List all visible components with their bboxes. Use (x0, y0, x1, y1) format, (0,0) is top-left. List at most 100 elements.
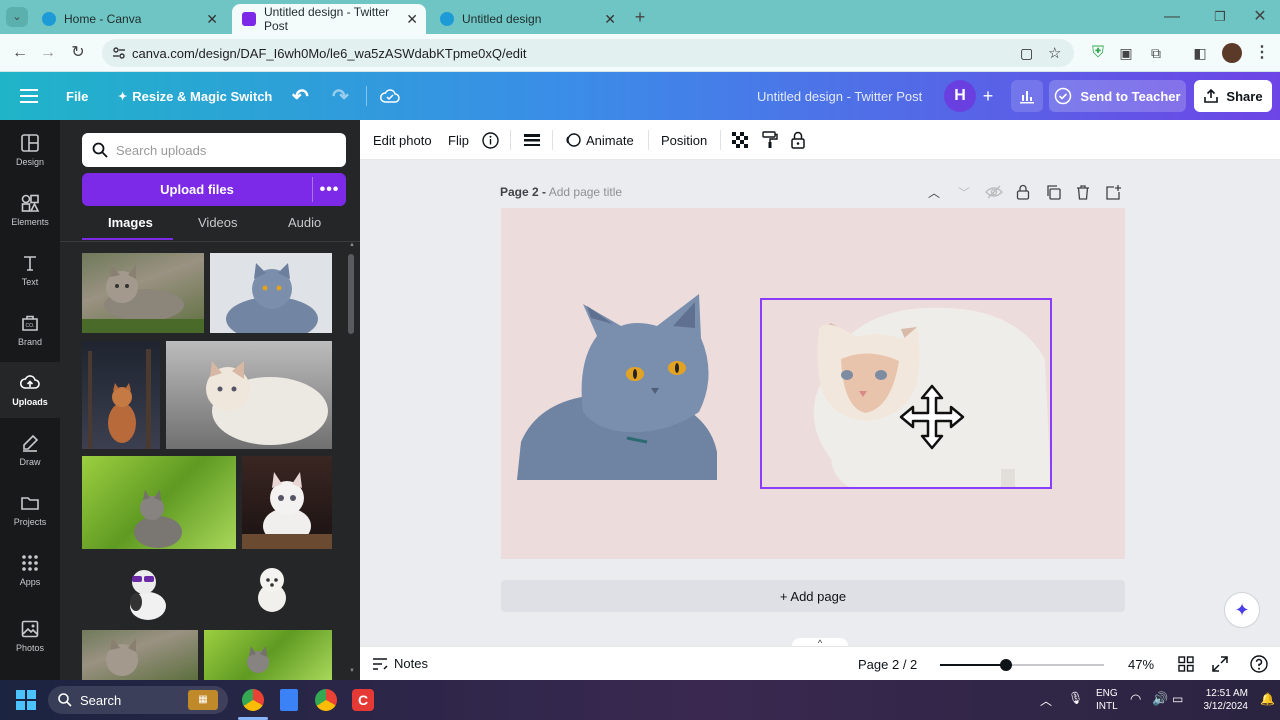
edit-photo-button[interactable]: Edit photo (373, 120, 432, 160)
extension-image-icon[interactable]: ▣ (1116, 43, 1136, 63)
address-bar[interactable]: canva.com/design/DAF_I6wh0Mo/le6_wa5zASW… (102, 39, 1074, 67)
cloud-saved-icon[interactable] (380, 72, 400, 120)
upload-thumbnail-white-dog[interactable] (250, 562, 294, 614)
notes-button[interactable]: Notes (372, 656, 428, 671)
add-page-button[interactable]: + Add page (501, 580, 1125, 612)
animate-button[interactable]: Animate (565, 120, 634, 160)
volume-icon[interactable]: 🔊 (1152, 691, 1168, 707)
upload-thumbnail-white-cat[interactable] (166, 341, 332, 449)
border-style-icon[interactable] (524, 120, 540, 160)
help-icon[interactable] (1250, 655, 1268, 673)
browser-menu-icon[interactable]: ⋮ (1252, 43, 1272, 63)
upload-files-button[interactable]: Upload files (82, 173, 312, 206)
upload-thumbnail-cat-sunglasses[interactable] (116, 562, 180, 620)
notifications-icon[interactable]: 🔔 (1260, 692, 1275, 706)
close-tab-icon[interactable]: ✕ (206, 11, 218, 28)
tray-overflow-icon[interactable]: ︿ (1040, 692, 1052, 709)
zoom-level[interactable]: 47% (1128, 657, 1154, 672)
page-indicator[interactable]: Page 2 / 2 (858, 657, 917, 672)
upload-thumbnail-kitten-grass-2[interactable] (204, 630, 332, 680)
add-collaborator-icon[interactable]: + (972, 80, 1004, 112)
clock[interactable]: 12:51 AM 3/12/2024 (1196, 687, 1249, 713)
delete-page-icon[interactable] (1076, 185, 1092, 201)
rail-item-brand[interactable]: CO. Brand (0, 302, 60, 358)
recorder-app-icon[interactable]: C (352, 689, 374, 711)
scroll-up-icon[interactable]: ▲ (349, 242, 355, 248)
copy-style-paint-roller-icon[interactable] (762, 120, 778, 160)
magic-assistant-icon[interactable]: ✦ (1224, 592, 1260, 628)
close-tab-icon[interactable]: ✕ (406, 11, 418, 28)
grid-view-icon[interactable] (1178, 656, 1194, 672)
undo-icon[interactable]: ↶ (292, 72, 309, 120)
upload-thumbnail-white-kitten[interactable] (242, 456, 332, 549)
rail-item-projects[interactable]: Projects (0, 482, 60, 538)
rail-item-draw[interactable]: Draw (0, 422, 60, 478)
wifi-icon[interactable]: ◠ (1130, 691, 1141, 707)
info-icon[interactable] (482, 120, 499, 160)
notepad-app-icon[interactable] (280, 689, 298, 711)
move-page-down-icon[interactable]: ﹀ (954, 184, 974, 202)
duplicate-page-icon[interactable] (1046, 185, 1062, 201)
rail-item-design[interactable]: Design (0, 122, 60, 178)
rail-item-elements[interactable]: Elements (0, 182, 60, 238)
main-menu-icon[interactable] (20, 72, 38, 120)
zoom-slider[interactable] (940, 659, 1104, 671)
move-page-up-icon[interactable]: ︿ (924, 184, 944, 202)
close-window-icon[interactable]: ✕ (1250, 7, 1270, 27)
tab-videos[interactable]: Videos (198, 215, 238, 230)
upload-thumbnail-kitten-grass[interactable] (82, 456, 236, 549)
chrome-profile-app-icon[interactable] (315, 689, 337, 711)
windows-start-icon[interactable] (16, 690, 36, 710)
share-button[interactable]: Share (1194, 80, 1272, 112)
browser-tab-twitter-post[interactable]: Untitled design - Twitter Post ✕ (232, 4, 426, 34)
rail-item-uploads[interactable]: Uploads (0, 362, 60, 418)
taskbar-search-box[interactable]: Search ▦ (48, 686, 228, 714)
site-info-icon[interactable] (112, 46, 126, 60)
side-panel-icon[interactable]: ◧ (1190, 43, 1210, 63)
upload-thumbnail-orange-kitten[interactable] (82, 341, 160, 449)
scroll-down-icon[interactable]: ▼ (349, 668, 355, 674)
more-options-icon[interactable]: ••• (313, 173, 346, 206)
insights-chart-icon[interactable] (1011, 80, 1043, 112)
new-tab-icon[interactable]: + (630, 7, 650, 27)
minimize-icon[interactable]: — (1162, 7, 1182, 27)
rail-item-photos[interactable]: Photos (0, 608, 60, 664)
resize-magic-switch-button[interactable]: ✦ Resize & Magic Switch (118, 72, 272, 120)
tab-images[interactable]: Images (108, 215, 153, 230)
restore-icon[interactable]: ❐ (1210, 7, 1230, 27)
tab-audio[interactable]: Audio (288, 215, 321, 230)
page-title-input[interactable]: Add page title (549, 185, 622, 199)
rail-item-text[interactable]: Text (0, 242, 60, 298)
copy-icon[interactable]: ▢ (1020, 45, 1033, 62)
back-icon[interactable]: ← (10, 43, 30, 63)
forward-icon[interactable]: → (38, 43, 58, 63)
lock-icon[interactable] (790, 120, 806, 160)
bookmark-star-icon[interactable]: ☆ (1048, 44, 1061, 62)
panel-scrollbar[interactable]: ▲ ▼ (346, 242, 356, 678)
file-menu-button[interactable]: File (66, 72, 88, 120)
upload-thumbnail-tabby-cat-2[interactable] (82, 630, 198, 680)
close-tab-icon[interactable]: ✕ (604, 11, 616, 28)
fullscreen-icon[interactable] (1212, 656, 1228, 672)
upload-thumbnail-gray-cat[interactable] (210, 253, 332, 333)
profile-avatar[interactable] (1222, 43, 1242, 63)
upload-thumbnail-tabby-cat[interactable] (82, 253, 204, 333)
flip-button[interactable]: Flip (448, 120, 469, 160)
lock-page-icon[interactable] (1016, 184, 1032, 202)
rail-item-apps[interactable]: Apps (0, 542, 60, 598)
position-button[interactable]: Position (661, 120, 707, 160)
tab-search-button[interactable]: ⌄ (6, 7, 28, 27)
transparency-icon[interactable] (732, 120, 748, 160)
chrome-app-icon[interactable] (242, 689, 264, 711)
reload-icon[interactable]: ↻ (68, 43, 88, 63)
scrollbar-thumb[interactable] (348, 254, 354, 334)
send-to-teacher-button[interactable]: Send to Teacher (1049, 80, 1186, 112)
zoom-slider-thumb[interactable] (999, 659, 1012, 671)
microphone-icon[interactable]: 🎙 (1068, 691, 1083, 705)
browser-tab-untitled[interactable]: Untitled design ✕ (430, 4, 624, 34)
redo-icon[interactable]: ↷ (332, 72, 349, 120)
input-language[interactable]: ENG INTL (1096, 687, 1118, 713)
extensions-puzzle-icon[interactable]: ⧉ (1146, 43, 1166, 63)
document-title[interactable]: Untitled design - Twitter Post (757, 72, 922, 120)
design-page[interactable] (501, 208, 1125, 559)
